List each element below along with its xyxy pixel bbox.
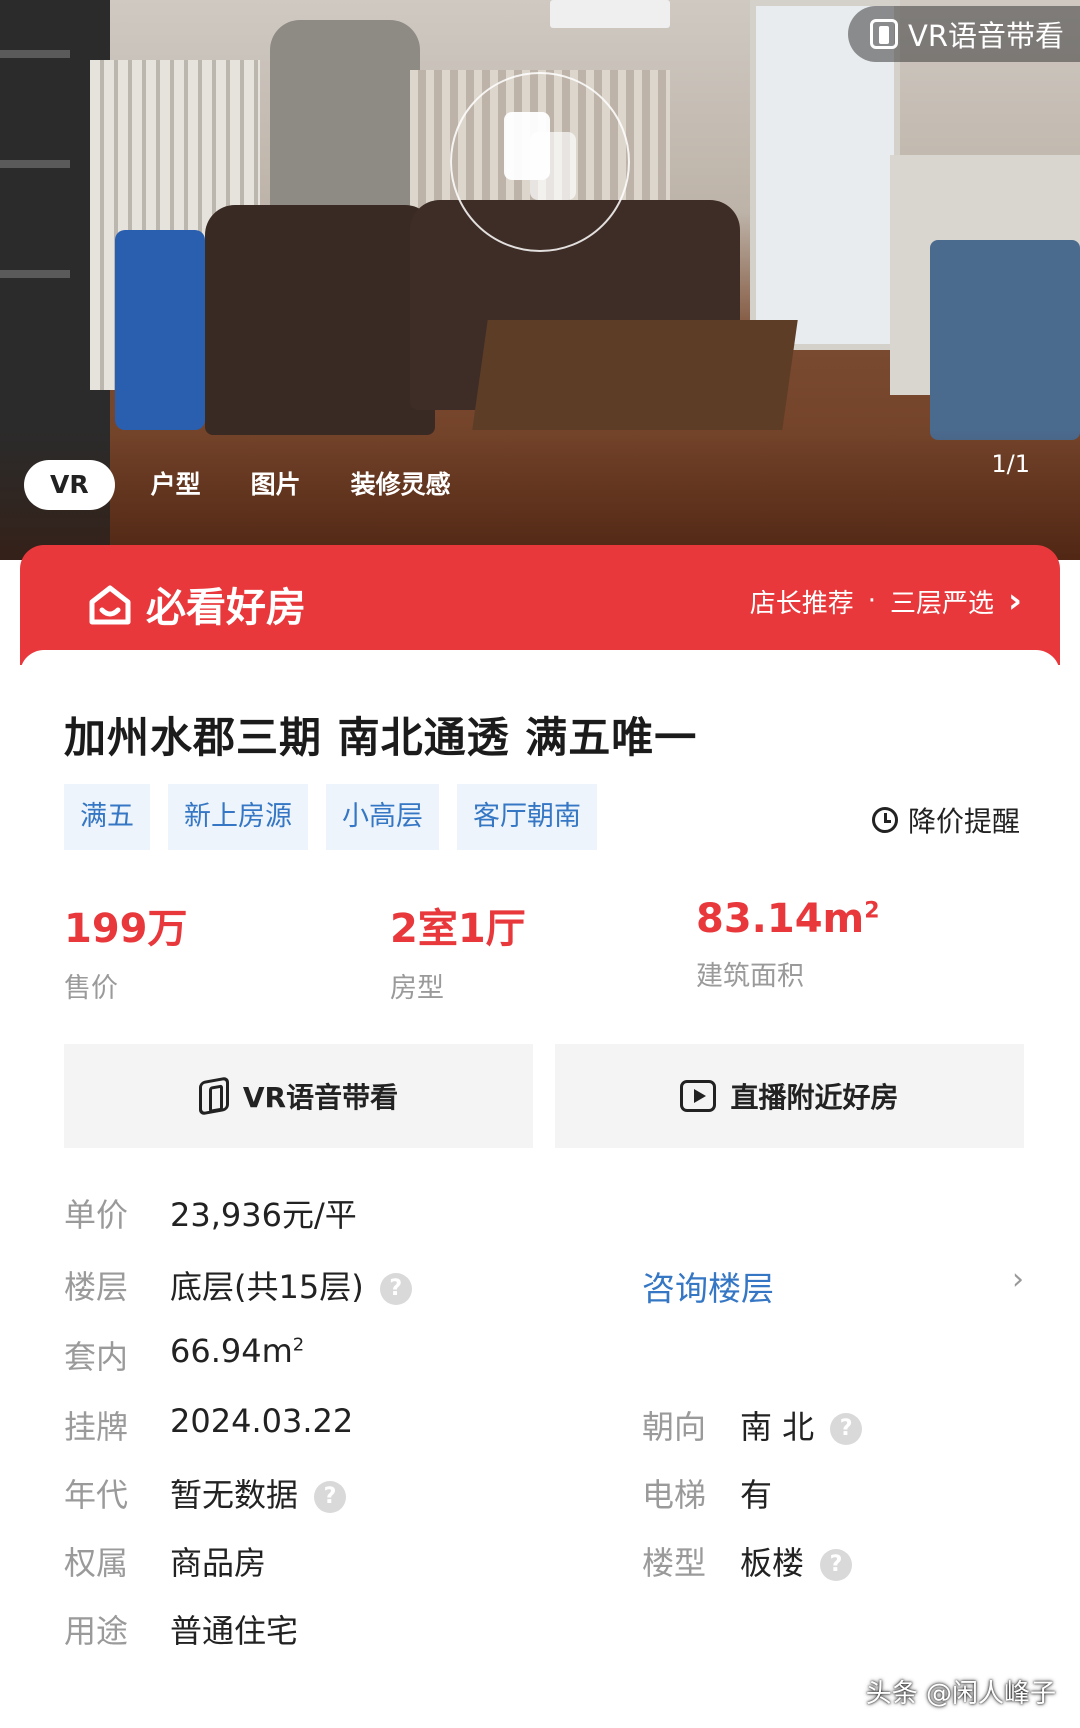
tag: 满五 bbox=[64, 784, 150, 850]
detail-value: 66.94m2 bbox=[170, 1332, 304, 1370]
photo-shelf bbox=[0, 160, 70, 168]
help-icon[interactable]: ? bbox=[820, 1549, 853, 1581]
action-buttons: VR语音带看 直播附近好房 bbox=[64, 1044, 1024, 1148]
vr-icon bbox=[198, 1076, 229, 1116]
vr-card-icon bbox=[530, 132, 576, 200]
photo-counter: 1/1 bbox=[991, 450, 1030, 478]
vr-voice-guide-button[interactable]: VR语音带看 bbox=[848, 6, 1080, 62]
detail-key: 套内 bbox=[64, 1338, 129, 1376]
price-value: 199万 bbox=[64, 906, 188, 952]
media-tabs: VR 户型 图片 装修灵感 bbox=[24, 460, 465, 510]
detail-value: 暂无数据? bbox=[170, 1470, 347, 1516]
detail-key: 单价 bbox=[64, 1196, 129, 1234]
detail-key: 朝向 bbox=[642, 1408, 707, 1446]
must-see-banner[interactable]: 必看好房 店长推荐 · 三层严选 › bbox=[20, 545, 1060, 665]
selection-label: 三层严选 bbox=[889, 588, 994, 619]
detail-row-listed: 挂牌 2024.03.22 朝向 南 北? bbox=[64, 1402, 1024, 1452]
stat-layout: 2室1厅 房型 bbox=[390, 896, 526, 1005]
detail-value: 普通住宅 bbox=[170, 1612, 299, 1650]
detail-row-ownership: 权属 商品房 楼型 板楼? bbox=[64, 1538, 1024, 1588]
layout-value: 2室1厅 bbox=[390, 906, 526, 952]
detail-value: 南 北? bbox=[740, 1402, 863, 1448]
alarm-clock-icon bbox=[871, 807, 898, 833]
area-value: 83.14m2 bbox=[696, 896, 880, 942]
layout-label: 房型 bbox=[390, 973, 444, 1004]
price-label: 售价 bbox=[64, 973, 118, 1004]
vr-icon bbox=[870, 19, 898, 49]
photo-trolley bbox=[115, 230, 205, 430]
tab-floorplan[interactable]: 户型 bbox=[137, 460, 215, 510]
building-type-value: 板楼 bbox=[740, 1544, 805, 1582]
detail-row-floor: 楼层 底层(共15层)? 咨询楼层 › bbox=[64, 1262, 1024, 1312]
detail-value: 有 bbox=[740, 1476, 773, 1514]
detail-key: 楼层 bbox=[64, 1268, 129, 1306]
vr-play-button[interactable] bbox=[450, 72, 630, 252]
stat-area: 83.14m2 建筑面积 bbox=[696, 896, 880, 993]
help-icon[interactable]: ? bbox=[314, 1481, 347, 1513]
house-logo-icon bbox=[89, 585, 131, 625]
tab-decor-inspiration[interactable]: 装修灵感 bbox=[337, 460, 465, 510]
photo-ac-unit bbox=[550, 0, 670, 28]
recommend-label: 店长推荐 bbox=[749, 588, 854, 619]
detail-row-usage: 用途 普通住宅 bbox=[64, 1606, 1024, 1656]
separator-dot: · bbox=[867, 586, 876, 616]
watermark: 头条 @闲人峰子 bbox=[865, 1679, 1056, 1709]
inner-area-unit-sup: 2 bbox=[292, 1334, 305, 1356]
detail-key: 年代 bbox=[64, 1476, 129, 1514]
detail-value: 23,936元/平 bbox=[170, 1196, 357, 1234]
photo-chair bbox=[930, 240, 1080, 440]
detail-key: 用途 bbox=[64, 1612, 129, 1650]
vr-voice-guide-label: VR语音带看 bbox=[908, 19, 1064, 53]
detail-value: 底层(共15层)? bbox=[170, 1262, 412, 1308]
detail-value: 2024.03.22 bbox=[170, 1402, 354, 1440]
chevron-right-icon: › bbox=[1007, 581, 1022, 621]
detail-value: 商品房 bbox=[170, 1544, 267, 1582]
tab-vr[interactable]: VR bbox=[24, 460, 115, 510]
live-play-icon bbox=[680, 1080, 717, 1112]
listing-photo[interactable]: VR语音带看 VR 户型 图片 装修灵感 1/1 bbox=[0, 0, 1080, 560]
chevron-right-icon[interactable]: › bbox=[1012, 1262, 1024, 1297]
detail-key: 挂牌 bbox=[64, 1408, 129, 1446]
price-alert-label: 降价提醒 bbox=[907, 805, 1020, 838]
must-see-logo: 必看好房 bbox=[86, 575, 306, 633]
vr-voice-tour-button[interactable]: VR语音带看 bbox=[64, 1044, 533, 1148]
live-nearby-button[interactable]: 直播附近好房 bbox=[555, 1044, 1024, 1148]
floor-value: 底层(共15层) bbox=[170, 1268, 364, 1306]
inner-area-number: 66.94m bbox=[170, 1332, 293, 1370]
orientation-value: 南 北 bbox=[740, 1408, 815, 1446]
listing-card: 加州水郡三期 南北通透 满五唯一 满五 新上房源 小高层 客厅朝南 降价提醒 1… bbox=[20, 650, 1060, 1728]
tab-photos[interactable]: 图片 bbox=[237, 460, 315, 510]
photo-shelf bbox=[0, 50, 70, 58]
detail-key: 电梯 bbox=[642, 1476, 707, 1514]
area-number: 83.14m bbox=[696, 896, 865, 942]
tag: 新上房源 bbox=[168, 784, 308, 850]
vr-voice-tour-label: VR语音带看 bbox=[242, 1081, 399, 1114]
banner-recommend-link[interactable]: 店长推荐 · 三层严选 › bbox=[750, 581, 1022, 621]
detail-key: 楼型 bbox=[642, 1544, 707, 1582]
photo-armchair bbox=[205, 205, 435, 435]
detail-row-year: 年代 暂无数据? 电梯 有 bbox=[64, 1470, 1024, 1520]
photo-shelf bbox=[0, 270, 70, 278]
help-icon[interactable]: ? bbox=[830, 1413, 863, 1445]
area-unit-sup: 2 bbox=[864, 898, 880, 924]
must-see-logo-text: 必看好房 bbox=[146, 585, 306, 631]
area-label: 建筑面积 bbox=[696, 961, 804, 992]
consult-floor-link[interactable]: 咨询楼层 bbox=[642, 1262, 774, 1310]
year-value: 暂无数据 bbox=[170, 1476, 299, 1514]
help-icon[interactable]: ? bbox=[379, 1273, 412, 1305]
detail-key: 权属 bbox=[64, 1544, 129, 1582]
price-alert-button[interactable]: 降价提醒 bbox=[871, 800, 1020, 840]
tag: 客厅朝南 bbox=[457, 784, 597, 850]
listing-title: 加州水郡三期 南北通透 满五唯一 bbox=[64, 713, 698, 762]
detail-value: 板楼? bbox=[740, 1538, 853, 1584]
photo-coffee-table bbox=[472, 320, 798, 430]
stat-price: 199万 售价 bbox=[64, 896, 188, 1005]
detail-row-inner-area: 套内 66.94m2 bbox=[64, 1332, 1024, 1382]
detail-row-unit-price: 单价 23,936元/平 bbox=[64, 1190, 1024, 1240]
live-nearby-label: 直播附近好房 bbox=[730, 1081, 899, 1114]
tag-list: 满五 新上房源 小高层 客厅朝南 bbox=[64, 784, 597, 850]
tag: 小高层 bbox=[326, 784, 439, 850]
